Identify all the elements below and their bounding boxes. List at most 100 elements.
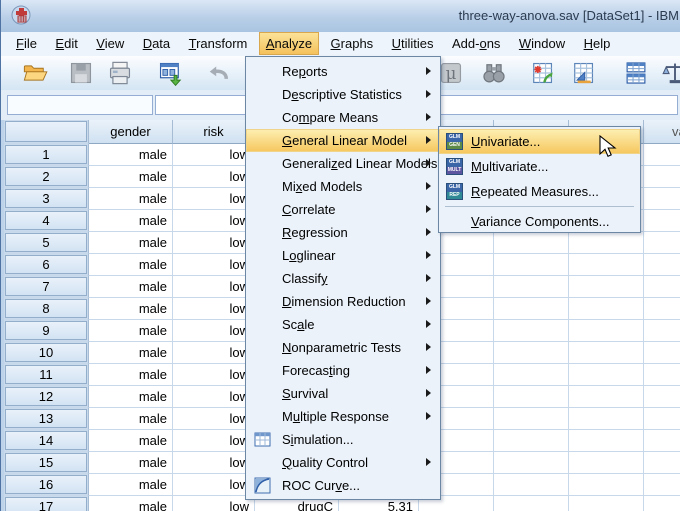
menu-item-generalized-linear-models[interactable]: Generalized Linear Models (246, 152, 440, 175)
cell-empty[interactable] (494, 430, 569, 452)
cell-empty[interactable] (494, 276, 569, 298)
print-button[interactable] (106, 59, 134, 87)
insert-variable-button[interactable] (569, 59, 597, 87)
cell-risk[interactable]: low (173, 386, 255, 408)
undo-button[interactable] (204, 59, 232, 87)
cell-empty[interactable] (644, 166, 680, 188)
cell-empty[interactable] (569, 496, 644, 511)
variables-button[interactable]: μ (437, 59, 465, 87)
menu-item-dimension-reduction[interactable]: Dimension Reduction (246, 290, 440, 313)
cell-empty[interactable] (494, 232, 569, 254)
menu-file[interactable]: File (9, 32, 44, 55)
menu-item-scale[interactable]: Scale (246, 313, 440, 336)
cell-empty[interactable] (644, 188, 680, 210)
menu-item-descriptive-statistics[interactable]: Descriptive Statistics (246, 83, 440, 106)
cell-empty[interactable] (644, 452, 680, 474)
menu-add-ons[interactable]: Add-ons (445, 32, 507, 55)
cell-gender[interactable]: male (89, 276, 173, 298)
recall-dialogs-button[interactable] (156, 59, 184, 87)
cell-gender[interactable]: male (89, 144, 173, 166)
menu-item-classify[interactable]: Classify (246, 267, 440, 290)
cell-risk[interactable]: low (173, 144, 255, 166)
cell-gender[interactable]: male (89, 188, 173, 210)
menu-data[interactable]: Data (136, 32, 177, 55)
cell-empty[interactable] (494, 364, 569, 386)
cell-risk[interactable]: low (173, 232, 255, 254)
row-header[interactable]: 1 (4, 144, 89, 166)
menu-utilities[interactable]: Utilities (385, 32, 441, 55)
open-file-button[interactable] (21, 59, 49, 87)
cell-empty[interactable] (644, 364, 680, 386)
cell-empty[interactable] (494, 342, 569, 364)
cell-gender[interactable]: male (89, 386, 173, 408)
row-header[interactable]: 5 (4, 232, 89, 254)
cell-gender[interactable]: male (89, 474, 173, 496)
cell-empty[interactable] (644, 232, 680, 254)
column-header-var[interactable]: var (644, 120, 680, 144)
cell-empty[interactable] (644, 320, 680, 342)
cell-empty[interactable] (644, 474, 680, 496)
cell-gender[interactable]: male (89, 496, 173, 511)
menu-item-nonparametric-tests[interactable]: Nonparametric Tests (246, 336, 440, 359)
cell-empty[interactable] (494, 474, 569, 496)
cell-risk[interactable]: low (173, 408, 255, 430)
cell-gender[interactable]: male (89, 298, 173, 320)
menu-graphs[interactable]: Graphs (324, 32, 381, 55)
cell-risk[interactable]: low (173, 210, 255, 232)
row-header[interactable]: 7 (4, 276, 89, 298)
cell-empty[interactable] (494, 254, 569, 276)
row-header[interactable]: 14 (4, 430, 89, 452)
cell-empty[interactable] (569, 408, 644, 430)
row-header[interactable]: 17 (4, 496, 89, 511)
cell-empty[interactable] (494, 386, 569, 408)
row-header[interactable]: 12 (4, 386, 89, 408)
cell-empty[interactable] (644, 386, 680, 408)
menu-item-roc-curve[interactable]: ROC Curve... (246, 474, 440, 497)
menu-item-general-linear-model[interactable]: General Linear Model (246, 129, 440, 152)
cell-gender[interactable]: male (89, 408, 173, 430)
cell-empty[interactable] (644, 276, 680, 298)
cell-risk[interactable]: low (173, 474, 255, 496)
cell-risk[interactable]: low (173, 364, 255, 386)
cell-gender[interactable]: male (89, 320, 173, 342)
row-header[interactable]: 13 (4, 408, 89, 430)
cell-gender[interactable]: male (89, 364, 173, 386)
cell-empty[interactable] (494, 320, 569, 342)
menu-item-simulation[interactable]: Simulation... (246, 428, 440, 451)
cell-empty[interactable] (569, 320, 644, 342)
cell-empty[interactable] (644, 254, 680, 276)
weight-cases-button[interactable] (661, 59, 680, 87)
cell-risk[interactable]: low (173, 276, 255, 298)
cell-risk[interactable]: low (173, 430, 255, 452)
cell-empty[interactable] (494, 298, 569, 320)
submenu-item-repeated-measures[interactable]: GLM REP Repeated Measures... (439, 179, 640, 204)
cell-empty[interactable] (569, 254, 644, 276)
cell-gender[interactable]: male (89, 232, 173, 254)
cell-risk[interactable]: low (173, 188, 255, 210)
cell-empty[interactable] (494, 496, 569, 511)
menu-item-survival[interactable]: Survival (246, 382, 440, 405)
cell-empty[interactable] (569, 298, 644, 320)
menu-item-mixed-models[interactable]: Mixed Models (246, 175, 440, 198)
cell-empty[interactable] (569, 364, 644, 386)
cell-risk[interactable]: low (173, 496, 255, 511)
insert-cases-button[interactable] (528, 59, 556, 87)
menu-help[interactable]: Help (577, 32, 618, 55)
cell-empty[interactable] (569, 276, 644, 298)
cell-empty[interactable] (644, 408, 680, 430)
cell-reference-box[interactable] (7, 95, 153, 115)
cell-risk[interactable]: low (173, 320, 255, 342)
cell-empty[interactable] (644, 144, 680, 166)
row-header[interactable]: 4 (4, 210, 89, 232)
cell-empty[interactable] (644, 496, 680, 511)
row-header[interactable]: 2 (4, 166, 89, 188)
cell-empty[interactable] (494, 452, 569, 474)
cell-gender[interactable]: male (89, 210, 173, 232)
cell-empty[interactable] (644, 298, 680, 320)
column-header-risk[interactable]: risk (173, 120, 255, 144)
cell-empty[interactable] (494, 408, 569, 430)
menu-item-forecasting[interactable]: Forecasting (246, 359, 440, 382)
menu-view[interactable]: View (89, 32, 131, 55)
cell-empty[interactable] (569, 342, 644, 364)
cell-empty[interactable] (569, 430, 644, 452)
